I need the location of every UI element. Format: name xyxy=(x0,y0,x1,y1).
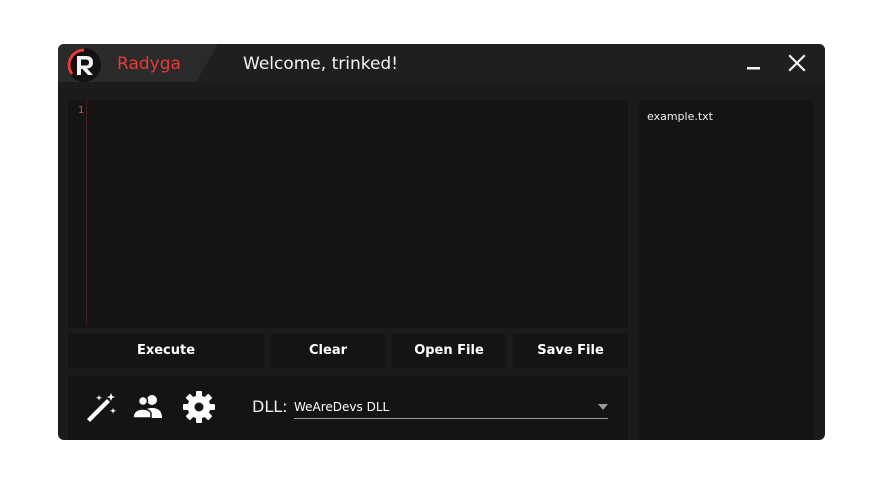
app-window: Radyga Welcome, trinked! 1 example.txt E… xyxy=(58,44,825,440)
welcome-message: Welcome, trinked! xyxy=(243,54,399,74)
execute-button[interactable]: Execute xyxy=(68,334,264,368)
clear-button[interactable]: Clear xyxy=(271,334,385,368)
dll-selected-value: WeAreDevs DLL xyxy=(294,400,390,414)
close-button[interactable] xyxy=(784,50,810,76)
line-number: 1 xyxy=(78,105,85,116)
dll-select[interactable]: WeAreDevs DLL xyxy=(294,396,608,419)
minimize-button[interactable] xyxy=(741,50,767,76)
script-list: example.txt xyxy=(639,100,813,440)
minimize-icon xyxy=(747,67,760,70)
gear-icon xyxy=(183,391,215,423)
title-bar[interactable]: Radyga Welcome, trinked! xyxy=(58,44,825,82)
open-file-button[interactable]: Open File xyxy=(392,334,506,368)
list-item-example-txt[interactable]: example.txt xyxy=(647,110,713,124)
magic-wand-button[interactable] xyxy=(82,389,118,425)
bottom-toolbar: DLL: WeAreDevs DLL xyxy=(68,376,628,440)
close-icon xyxy=(788,54,806,72)
editor-gutter xyxy=(86,100,87,325)
chevron-down-icon xyxy=(598,404,608,410)
script-editor[interactable]: 1 xyxy=(68,100,628,328)
save-file-button[interactable]: Save File xyxy=(513,334,628,368)
users-button[interactable] xyxy=(130,389,166,425)
brand-name: Radyga xyxy=(117,54,181,74)
dll-label: DLL: xyxy=(252,397,288,416)
users-icon xyxy=(132,395,162,419)
magic-wand-icon xyxy=(87,393,116,422)
logo xyxy=(67,48,101,82)
settings-button[interactable] xyxy=(181,389,217,425)
